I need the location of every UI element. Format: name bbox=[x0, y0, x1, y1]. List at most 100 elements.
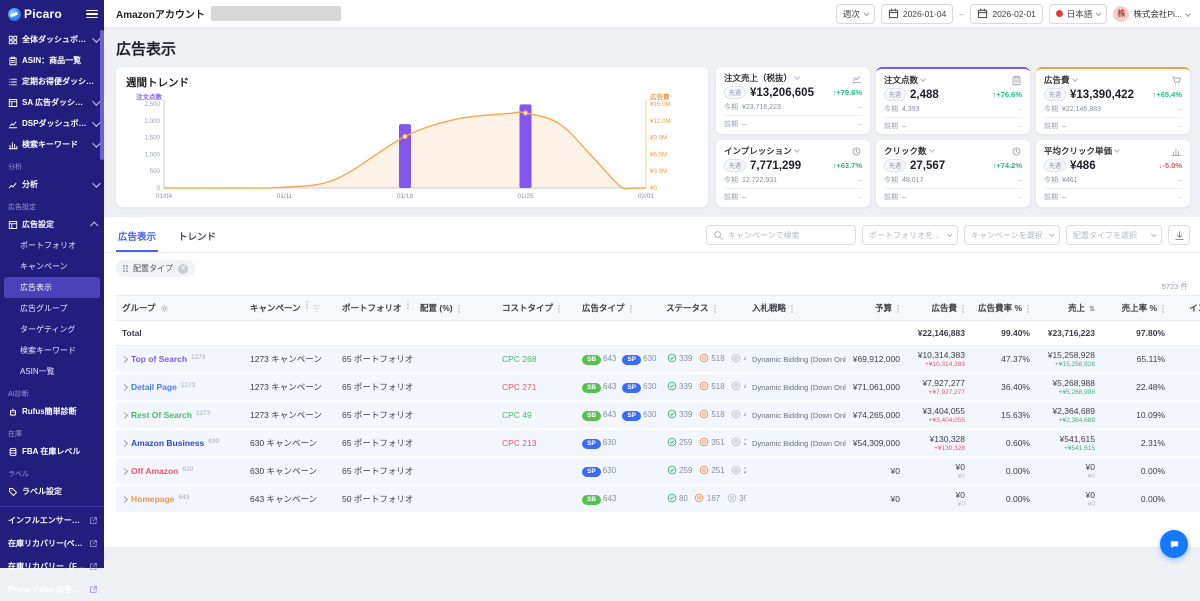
table-row-rest-of-search[interactable]: Rest Of Search12731273 キャンペーン65 ポートフォリオC… bbox=[116, 401, 1200, 429]
column-header-cost_type[interactable]: コストタイプ bbox=[496, 296, 576, 321]
header-icons bbox=[961, 308, 965, 310]
status-count: 416 bbox=[744, 382, 746, 391]
expand-chevron-icon[interactable] bbox=[121, 411, 128, 418]
table-row-amazon-business[interactable]: Amazon Business630630 キャンペーン65 ポートフォリオCP… bbox=[116, 429, 1200, 457]
download-button[interactable] bbox=[1168, 225, 1190, 245]
sidebar-item-[interactable]: ターゲティング bbox=[0, 319, 104, 340]
sidebar-item-[interactable]: 検索キーワード bbox=[0, 134, 104, 155]
chevron-down-icon[interactable] bbox=[1072, 76, 1078, 82]
sidebar-item-sa[interactable]: SA 広告ダッシュ... bbox=[0, 92, 104, 113]
gear-icon[interactable] bbox=[160, 304, 169, 313]
sidebar-item-[interactable]: ポートフォリオ bbox=[0, 235, 104, 256]
column-header-sales[interactable]: 売上⇅ bbox=[1036, 296, 1101, 321]
sidebar-item-[interactable]: 広告グループ bbox=[0, 298, 104, 319]
sort-dots-icon[interactable] bbox=[458, 308, 460, 310]
column-header-ad_cost_rate[interactable]: 広告費率 % bbox=[971, 296, 1036, 321]
sidebar-item-[interactable]: 広告設定 bbox=[0, 214, 104, 235]
tab-trend[interactable]: トレンド bbox=[176, 223, 218, 252]
chevron-down-icon[interactable] bbox=[794, 74, 800, 80]
expand-chevron-icon[interactable] bbox=[121, 439, 128, 446]
sort-dots-icon[interactable] bbox=[714, 308, 716, 310]
svg-text:1,000: 1,000 bbox=[145, 151, 161, 158]
sort-dots-icon[interactable] bbox=[407, 304, 409, 306]
table-row-homepage[interactable]: Homepage643643 キャンペーン50 ポートフォリオSB6438016… bbox=[116, 485, 1200, 513]
campaign-search[interactable] bbox=[706, 225, 856, 245]
sidebar-item-asin[interactable]: ASIN：商品一覧 bbox=[0, 50, 104, 71]
date-to-picker[interactable]: 2026-02-01 bbox=[970, 4, 1042, 24]
cell-impressions bbox=[1171, 429, 1200, 457]
sidebar-item-[interactable]: キャンペーン bbox=[0, 256, 104, 277]
column-header-portfolios[interactable]: ポートフォリオ bbox=[336, 296, 414, 321]
filter-icon[interactable] bbox=[312, 304, 321, 313]
filter-icon[interactable] bbox=[413, 304, 414, 313]
sidebar-item-[interactable]: 検索キーワード bbox=[0, 340, 104, 361]
search-input[interactable] bbox=[728, 231, 849, 240]
chevron-down-icon[interactable] bbox=[920, 76, 926, 82]
sort-dots-icon[interactable] bbox=[897, 308, 899, 310]
kpi-previous-row: 前期–– bbox=[724, 192, 862, 202]
portfolio-filter-select[interactable]: ポートフォリオを... bbox=[862, 225, 958, 245]
chevron-down-icon[interactable] bbox=[929, 147, 935, 153]
expand-chevron-icon[interactable] bbox=[121, 355, 128, 362]
column-header-ad_cost[interactable]: 広告費 bbox=[906, 296, 971, 321]
sidebar-item-asin[interactable]: ASIN一覧 bbox=[0, 361, 104, 382]
expand-chevron-icon[interactable] bbox=[121, 467, 128, 474]
column-header-bidding[interactable]: 入札戦略 bbox=[746, 296, 846, 321]
sort-dots-icon[interactable] bbox=[630, 308, 632, 310]
cell-budget: ¥71,061,000 bbox=[846, 373, 906, 401]
cell-ad_cost: ¥130,328+¥130,328 bbox=[906, 429, 971, 457]
sidebar-external-link[interactable]: インフルエンサーマーケ bbox=[0, 509, 104, 532]
column-header-ad_types[interactable]: 広告タイプ bbox=[576, 296, 660, 321]
sort-dots-icon[interactable] bbox=[558, 308, 560, 310]
chip-close-icon[interactable]: ✕ bbox=[178, 264, 188, 274]
cell-cost_type bbox=[496, 485, 576, 513]
sidebar-scrollbar[interactable] bbox=[100, 30, 104, 160]
column-header-campaigns[interactable]: キャンペーン bbox=[244, 296, 336, 321]
sort-icon[interactable]: ⇅ bbox=[1089, 305, 1095, 313]
column-header-group[interactable]: グループ bbox=[116, 296, 244, 321]
column-header-budget[interactable]: 予算 bbox=[846, 296, 906, 321]
placement-type-filter-select[interactable]: 配置タイプを選択 bbox=[1066, 225, 1162, 245]
sidebar-item-[interactable]: 定期お得便ダッシュ... bbox=[0, 71, 104, 92]
sidebar-item-[interactable]: 広告表示 bbox=[4, 277, 100, 298]
column-header-sales_rate[interactable]: 売上率 % bbox=[1101, 296, 1171, 321]
sort-dots-icon[interactable] bbox=[306, 304, 308, 306]
sidebar-external-link[interactable]: Prime Video 広告運用 bbox=[0, 578, 104, 601]
placement-type-chip[interactable]: 配置タイプ ✕ bbox=[116, 260, 195, 277]
campaign-filter-select[interactable]: キャンペーンを選択 bbox=[964, 225, 1060, 245]
sidebar-item-[interactable]: 全体ダッシュボー... bbox=[0, 29, 104, 50]
kpi-title: 注文点数 bbox=[884, 74, 918, 86]
svg-text:01/04: 01/04 bbox=[156, 193, 172, 200]
sort-dots-icon[interactable] bbox=[962, 308, 964, 310]
sidebar-external-link[interactable]: 在庫リカバリー（FBA） bbox=[0, 555, 104, 578]
user-menu[interactable]: 株 株式会社Pi... bbox=[1113, 6, 1190, 22]
sidebar-item-[interactable]: ラベル設定 bbox=[0, 481, 104, 502]
language-select[interactable]: 日本語 bbox=[1049, 4, 1108, 24]
sort-dots-icon[interactable] bbox=[1162, 308, 1164, 310]
sidebar-item-rufus[interactable]: Rufus簡単診断 bbox=[0, 401, 104, 422]
chevron-down-icon[interactable] bbox=[1114, 147, 1120, 153]
sort-dots-icon[interactable] bbox=[791, 308, 793, 310]
column-header-status[interactable]: ステータス bbox=[660, 296, 746, 321]
chat-widget-button[interactable] bbox=[1160, 530, 1188, 558]
table-row-top-of-search[interactable]: Top of Search12731273 キャンペーン65 ポートフォリオCP… bbox=[116, 346, 1200, 374]
column-header-placement[interactable]: 配置 (%) bbox=[414, 296, 496, 321]
column-header-impressions[interactable]: インプレッション bbox=[1171, 296, 1200, 321]
sidebar-item-dsp[interactable]: DSPダッシュボー... bbox=[0, 113, 104, 134]
sidebar-external-link[interactable]: 在庫リカバリー(ベンダー) bbox=[0, 532, 104, 555]
sidebar-item-[interactable]: 分析 bbox=[0, 174, 104, 195]
table-row-detail-page[interactable]: Detail Page12731273 キャンペーン65 ポートフォリオCPC … bbox=[116, 373, 1200, 401]
chevron-down-icon[interactable] bbox=[794, 147, 800, 153]
group-name: Top of Search bbox=[131, 354, 187, 364]
expand-chevron-icon[interactable] bbox=[121, 495, 128, 502]
total-placement bbox=[414, 321, 496, 346]
sidebar-item-fba[interactable]: FBA 在庫レベル bbox=[0, 441, 104, 462]
period-select[interactable]: 週次 bbox=[836, 4, 875, 24]
expand-chevron-icon[interactable] bbox=[121, 383, 128, 390]
date-from-picker[interactable]: 2026-01-04 bbox=[881, 4, 953, 24]
table-section: 広告表示 トレンド ポートフォリオを... キャンペーンを選択 配置タイプを選択… bbox=[104, 217, 1200, 547]
tab-ad-display[interactable]: 広告表示 bbox=[116, 223, 158, 252]
table-row-off-amazon[interactable]: Off Amazon630630 キャンペーン65 ポートフォリオSP63025… bbox=[116, 457, 1200, 485]
hamburger-menu-icon[interactable] bbox=[86, 8, 98, 21]
sort-dots-icon[interactable] bbox=[1027, 308, 1029, 310]
